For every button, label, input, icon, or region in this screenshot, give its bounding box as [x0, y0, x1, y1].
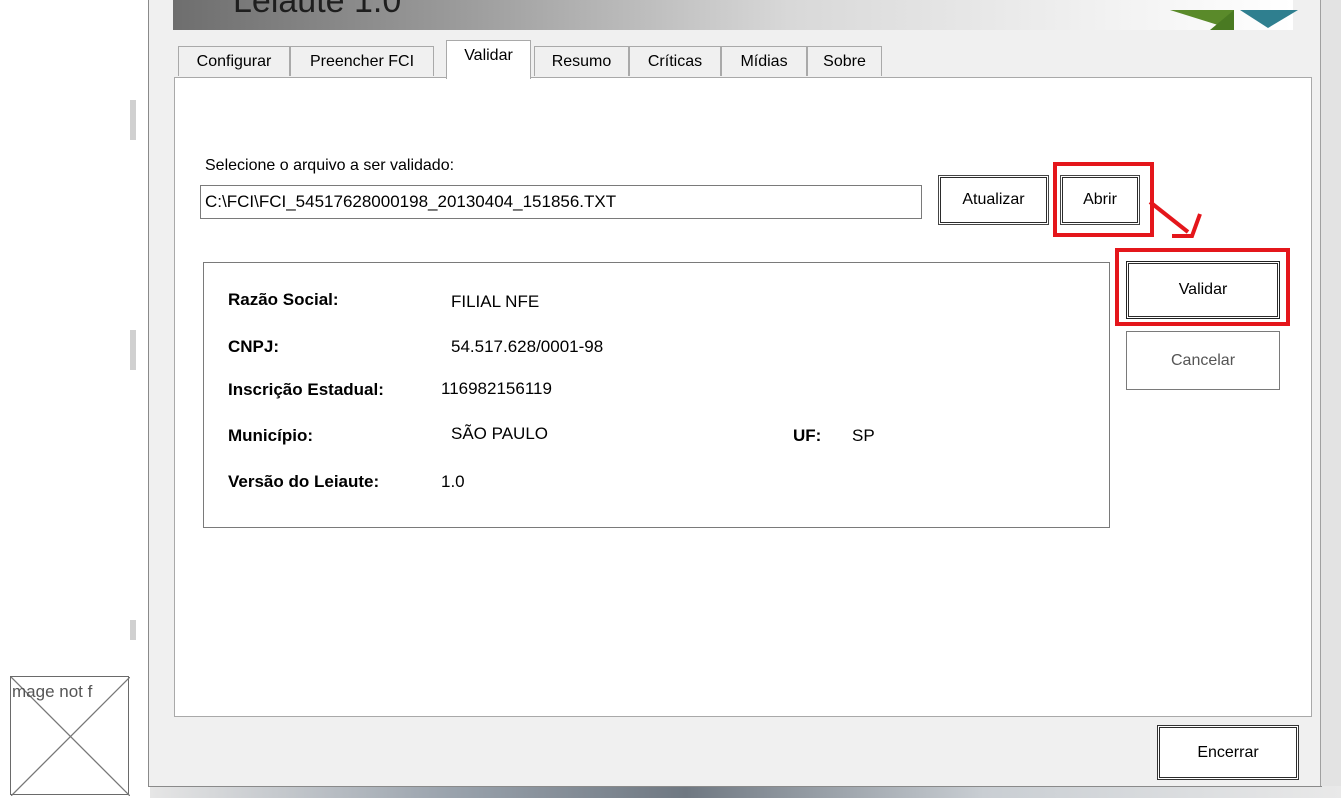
highlight-open-button	[1053, 162, 1154, 237]
uf-label: UF:	[793, 426, 822, 445]
tab-label: Mídias	[740, 53, 788, 70]
validate-button-label: Validar	[1128, 263, 1278, 317]
red-arrow-annotation	[1148, 200, 1202, 238]
file-path-input[interactable]	[200, 185, 922, 219]
tab-label: Resumo	[551, 53, 612, 70]
file-select-label: Selecione o arquivo a ser validado:	[205, 157, 455, 174]
refresh-button-label: Atualizar	[940, 177, 1047, 223]
versao-leiaute-value: 1.0	[441, 472, 465, 491]
municipio-value: SÃO PAULO	[451, 424, 548, 443]
tab-midias[interactable]: Mídias	[721, 46, 807, 76]
broken-image-alt-text: mage not f	[12, 682, 93, 701]
header-banner: Leiaute 1.0	[173, 0, 1293, 30]
close-button-label: Encerrar	[1159, 727, 1297, 778]
tab-sobre[interactable]: Sobre	[807, 46, 882, 76]
razao-social-value: FILIAL NFE	[451, 292, 540, 311]
cnpj-label: CNPJ:	[228, 337, 280, 356]
uf-value: SP	[852, 426, 875, 445]
background-stripe	[130, 100, 136, 140]
versao-leiaute-label: Versão do Leiaute:	[228, 472, 380, 491]
tab-label: Preencher FCI	[309, 53, 415, 70]
tab-resumo[interactable]: Resumo	[534, 46, 629, 76]
window-right-frame	[1320, 0, 1341, 786]
refresh-button[interactable]: Atualizar	[938, 175, 1049, 225]
cancel-button-label: Cancelar	[1170, 351, 1236, 369]
validate-button[interactable]: Validar	[1126, 261, 1280, 319]
tab-validar[interactable]: Validar	[446, 40, 531, 79]
municipio-label: Município:	[228, 426, 313, 445]
close-button[interactable]: Encerrar	[1157, 725, 1299, 780]
logo-icon	[1170, 10, 1298, 30]
cancel-button[interactable]: Cancelar	[1126, 331, 1280, 390]
tab-configurar[interactable]: Configurar	[178, 46, 290, 76]
inscricao-estadual-label: Inscrição Estadual:	[228, 380, 384, 399]
tab-criticas[interactable]: Críticas	[629, 46, 721, 76]
background-stripe	[130, 620, 136, 640]
tab-label: Validar	[464, 47, 513, 64]
tab-label: Sobre	[823, 53, 866, 70]
window-title: Leiaute 1.0	[233, 0, 402, 20]
background-stripe	[130, 330, 136, 370]
inscricao-estadual-value: 116982156119	[441, 379, 552, 398]
tab-label: Configurar	[196, 53, 272, 70]
cnpj-value: 54.517.628/0001-98	[451, 337, 604, 356]
tab-label: Críticas	[647, 53, 703, 70]
tab-preencher-fci[interactable]: Preencher FCI	[290, 46, 434, 76]
razao-social-label: Razão Social:	[228, 290, 339, 309]
